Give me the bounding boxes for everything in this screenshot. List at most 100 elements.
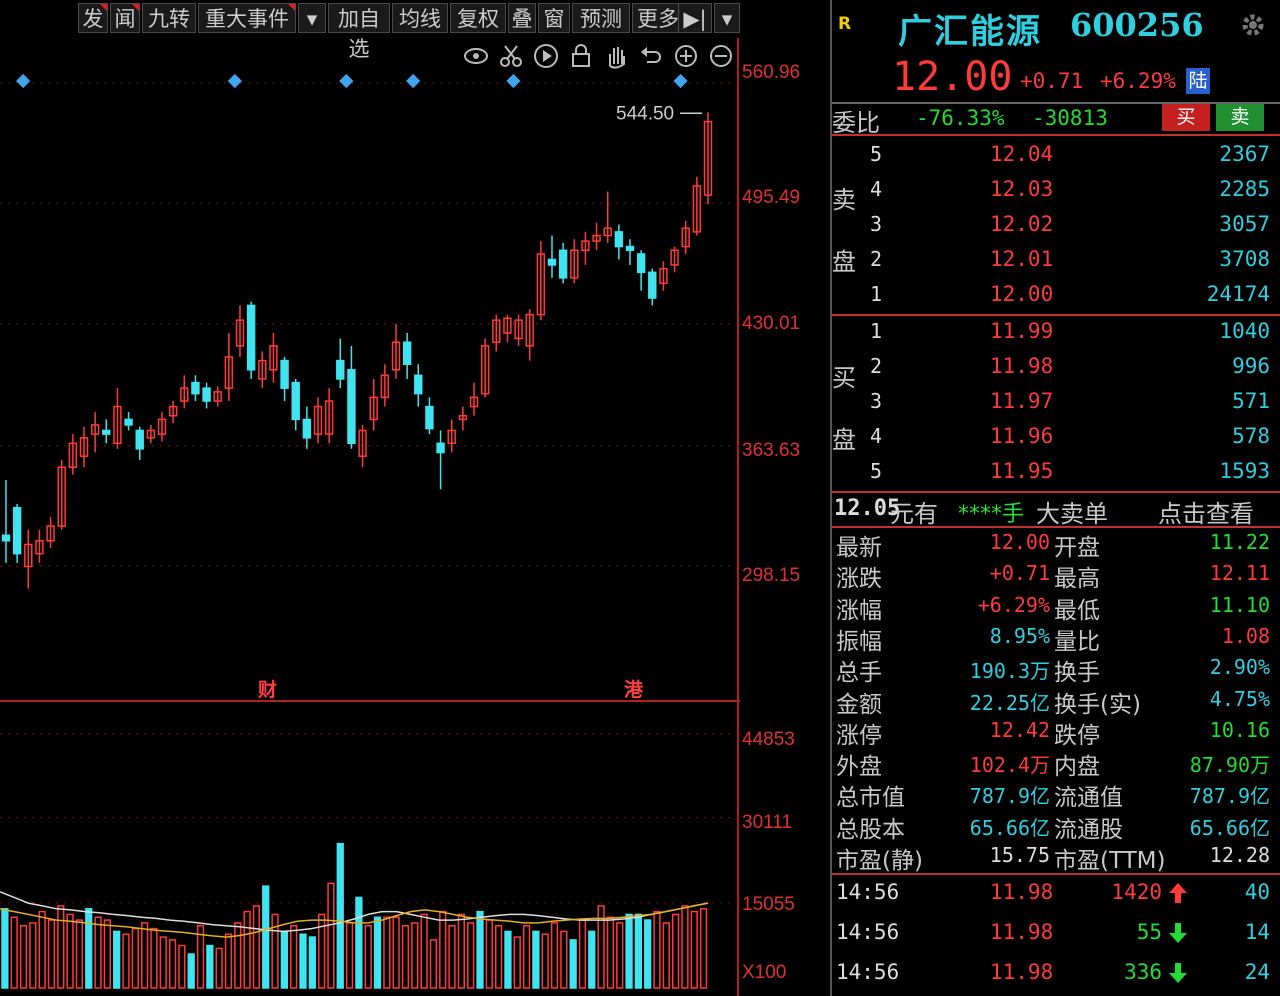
volume-bar-down — [625, 913, 633, 989]
volume-bar-up — [494, 924, 503, 989]
candle-up — [514, 314, 523, 346]
book-level: 4 — [870, 424, 883, 448]
volume-bar-down — [262, 885, 270, 989]
volume-bar-up — [215, 947, 223, 989]
volume-bar-down — [373, 916, 382, 989]
toolbar-button[interactable]: ▾ — [714, 3, 740, 33]
stat-label: 换手(实) — [1054, 691, 1141, 718]
toolbar-button[interactable]: ▶| — [678, 3, 712, 33]
stock-code: 600256 — [1070, 6, 1204, 44]
volume-bar-up — [122, 933, 130, 989]
volume-bar-up — [681, 905, 689, 989]
candle-down — [302, 406, 312, 449]
candle-down — [124, 412, 133, 431]
book-price: 12.04 — [990, 142, 1054, 166]
stat-label: 最低 — [1054, 597, 1100, 624]
bigorder-link[interactable]: 点击查看 — [1158, 494, 1254, 529]
stat-label: 量比 — [1054, 628, 1100, 655]
stat-value: 22.25亿 — [969, 690, 1050, 715]
stat-value: +0.71 — [989, 561, 1050, 586]
candle-down — [648, 268, 657, 306]
volume-bar-up — [448, 924, 456, 989]
toolbar-button[interactable]: ▾ — [298, 3, 326, 33]
toolbar-button[interactable]: 复权 — [450, 3, 506, 33]
book-level: 1 — [870, 282, 883, 306]
volume-bar-up — [234, 922, 242, 989]
book-volume: 1040 — [1219, 319, 1270, 343]
candle-up — [469, 382, 479, 416]
stat-value: 8.95% — [989, 623, 1050, 648]
quote-panel: R 广汇能源 600256 12.00 +0.71 +6.29% 陆 委比 -7… — [830, 0, 1280, 996]
toolbar-button[interactable]: 重大事件 — [198, 3, 296, 33]
volume-chart[interactable] — [0, 702, 740, 996]
candle-up — [380, 364, 390, 407]
toolbar-button[interactable]: 叠 — [508, 3, 536, 33]
toolbar-button[interactable]: 均线 — [392, 3, 448, 33]
candle-down — [291, 378, 300, 431]
candle-up — [146, 424, 156, 444]
book-price: 12.03 — [990, 177, 1054, 201]
candle-up — [581, 231, 590, 265]
volume-bar-up — [690, 910, 698, 989]
candle-up — [492, 314, 501, 352]
tick-count: 40 — [1244, 880, 1270, 904]
candle-up — [79, 426, 89, 468]
price-change: +0.71 — [1020, 69, 1084, 93]
stat-value: +6.29% — [977, 592, 1050, 617]
candle-down — [547, 235, 557, 278]
toolbar-button[interactable]: 发 — [78, 3, 108, 33]
candle-down — [102, 419, 111, 444]
candle-up — [391, 323, 401, 379]
sell-side-label: 盘 — [832, 248, 856, 276]
candle-up — [46, 516, 55, 549]
candle-up — [235, 305, 245, 357]
book-price: 11.97 — [990, 389, 1054, 413]
candle-up — [525, 309, 534, 361]
book-level: 2 — [870, 247, 883, 271]
volume-bar-up — [131, 927, 139, 989]
tick-time: 14:56 — [836, 920, 900, 944]
price-axis-label: 298.15 — [742, 565, 801, 586]
volume-axis-label: 15055 — [742, 894, 795, 915]
candle-down — [625, 239, 635, 265]
sell-button[interactable]: 卖 — [1216, 104, 1264, 131]
sell-side-label: 卖 — [832, 186, 856, 214]
connect-badge: 陆 — [1186, 68, 1210, 94]
toolbar-button[interactable]: 闻 — [110, 3, 140, 33]
volume-bar-up — [252, 905, 261, 989]
buy-side-label: 盘 — [832, 426, 856, 454]
tick-volume: 55 — [1136, 920, 1162, 944]
toolbar-button[interactable]: 九转 — [142, 3, 196, 33]
volume-bar-down — [569, 939, 577, 989]
toolbar-button[interactable]: 更多 — [632, 3, 684, 33]
gear-icon[interactable] — [1240, 12, 1266, 38]
toolbar-button[interactable]: 窗 — [538, 3, 570, 33]
candle-up — [258, 351, 267, 389]
tick-price: 11.98 — [990, 880, 1054, 904]
buy-button[interactable]: 买 — [1162, 104, 1210, 131]
book-volume: 1593 — [1219, 459, 1270, 483]
candlestick-chart[interactable]: 544.50 财 港 — [0, 38, 740, 702]
book-level: 5 — [870, 459, 883, 483]
candle-up — [536, 241, 546, 321]
volume-bar-down — [532, 930, 540, 989]
book-level: 3 — [870, 212, 883, 236]
arrow-down-icon — [1168, 962, 1188, 984]
stat-label: 流通股 — [1054, 816, 1123, 843]
toolbar-button[interactable]: 预测 — [572, 3, 630, 33]
volume-bar-up — [38, 910, 46, 989]
volume-bar-up — [411, 922, 419, 989]
tick-time: 14:56 — [836, 880, 900, 904]
book-price: 11.96 — [990, 424, 1054, 448]
candle-down — [202, 382, 211, 409]
volume-bar-up — [345, 922, 354, 989]
stat-label: 内盘 — [1054, 754, 1100, 781]
stat-value: 12.42 — [989, 717, 1050, 742]
toolbar-button[interactable]: 加自选 — [328, 3, 390, 61]
event-marker — [673, 73, 688, 89]
volume-bar-up — [75, 919, 84, 989]
candle-up — [324, 388, 334, 444]
stat-label: 换手 — [1054, 660, 1100, 687]
volume-bar-up — [140, 922, 149, 989]
stat-label: 涨跌 — [836, 566, 882, 593]
